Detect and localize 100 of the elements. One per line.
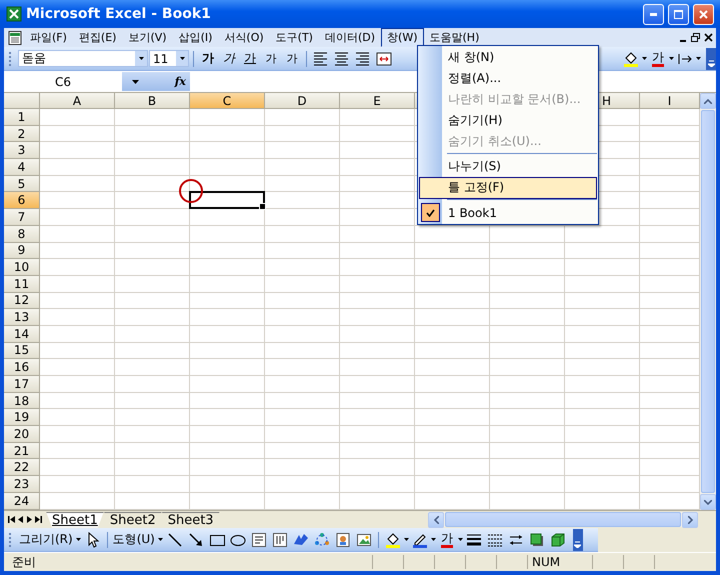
grid-cell[interactable] — [190, 276, 265, 293]
grid-cell[interactable] — [415, 292, 490, 310]
grid-cell[interactable] — [565, 476, 640, 493]
grid-cell[interactable] — [115, 476, 190, 493]
grid-cell[interactable] — [190, 409, 265, 426]
menu-option[interactable]: 틀 고정(F) — [419, 176, 597, 198]
horizontal-scrollbar[interactable] — [428, 512, 698, 527]
menu-item[interactable]: 보기(V) — [122, 28, 173, 47]
grid-cell[interactable] — [565, 259, 640, 276]
grid-cell[interactable] — [490, 276, 565, 293]
sheet-tab[interactable]: Sheet2 — [104, 512, 162, 528]
grid-cell[interactable] — [40, 442, 115, 460]
grid-cell[interactable] — [565, 442, 640, 460]
grid-cell[interactable] — [190, 242, 265, 260]
grid-cell[interactable] — [265, 109, 340, 126]
row-header[interactable]: 2 — [4, 126, 40, 142]
grow-font-button[interactable]: 가 — [261, 48, 281, 68]
column-header[interactable]: C — [190, 93, 265, 109]
caret-icon[interactable] — [669, 57, 674, 60]
grid-cell[interactable] — [340, 426, 415, 443]
caret-icon[interactable] — [696, 57, 701, 60]
grid-cell[interactable] — [115, 209, 190, 226]
grid-cell[interactable] — [265, 192, 340, 210]
grid-cell[interactable] — [40, 359, 115, 376]
grid-cell[interactable] — [340, 392, 415, 410]
grid-cell[interactable] — [490, 409, 565, 426]
row-header[interactable]: 14 — [4, 326, 40, 343]
grid-cell[interactable] — [565, 342, 640, 360]
grid-cell[interactable] — [190, 126, 265, 142]
grid-cell[interactable] — [265, 126, 340, 142]
grid-cell[interactable] — [490, 342, 565, 360]
grid-cell[interactable] — [265, 459, 340, 476]
grid-cell[interactable] — [340, 276, 415, 293]
grid-cell[interactable] — [490, 359, 565, 376]
grid-cell[interactable] — [415, 242, 490, 260]
grid-cell[interactable] — [490, 426, 565, 443]
grid-cell[interactable] — [565, 459, 640, 476]
row-header[interactable]: 4 — [4, 159, 40, 176]
grid-cell[interactable] — [40, 226, 115, 242]
grid-cell[interactable] — [565, 242, 640, 260]
grid-cell[interactable] — [190, 476, 265, 493]
menu-item[interactable]: 도움말(H) — [424, 28, 486, 47]
grid-cell[interactable] — [340, 292, 415, 310]
grid-cell[interactable] — [115, 226, 190, 242]
grid-cell[interactable] — [115, 142, 190, 160]
grid-cell[interactable] — [340, 476, 415, 493]
menu-option[interactable]: 나누기(S) — [419, 156, 597, 178]
row-header[interactable]: 15 — [4, 342, 40, 360]
caret-icon[interactable] — [430, 538, 436, 541]
grid-cell[interactable] — [340, 126, 415, 142]
grid-cell[interactable] — [565, 309, 640, 326]
grid-cell[interactable] — [190, 259, 265, 276]
menu-option[interactable]: 새 창(N) — [419, 46, 597, 68]
grid-cell[interactable] — [190, 159, 265, 176]
grid-cell[interactable] — [115, 442, 190, 460]
grid-cell[interactable] — [265, 142, 340, 160]
grid-cell[interactable] — [265, 442, 340, 460]
grid-cell[interactable] — [265, 159, 340, 176]
grid-cell[interactable] — [415, 426, 490, 443]
grid-cell[interactable] — [490, 292, 565, 310]
previous-sheet-icon[interactable] — [17, 516, 24, 523]
grid-cell[interactable] — [115, 342, 190, 360]
grid-cell[interactable] — [415, 259, 490, 276]
menu-item[interactable]: 데이터(D) — [318, 28, 382, 47]
grid-cell[interactable] — [490, 309, 565, 326]
scroll-left-icon[interactable] — [434, 516, 438, 524]
draw-menu-button[interactable]: 그리기(R) — [18, 530, 82, 550]
grid-cell[interactable] — [340, 176, 415, 192]
grid-cell[interactable] — [565, 292, 640, 310]
grid-cell[interactable] — [115, 276, 190, 293]
menu-option[interactable]: 정렬(A)... — [419, 68, 597, 90]
grid-cell[interactable] — [415, 309, 490, 326]
underline-button[interactable]: 가 — [240, 48, 260, 68]
row-header[interactable]: 3 — [4, 142, 40, 160]
grid-cell[interactable] — [415, 442, 490, 460]
row-header[interactable]: 17 — [4, 376, 40, 393]
grid-cell[interactable] — [415, 342, 490, 360]
grid-cell[interactable] — [340, 359, 415, 376]
grid-cell[interactable] — [265, 259, 340, 276]
grid-cell[interactable] — [265, 342, 340, 360]
menu-item[interactable]: 서식(O) — [218, 28, 270, 47]
scroll-down-icon[interactable] — [704, 500, 712, 504]
grid-cell[interactable] — [340, 309, 415, 326]
grid-cell[interactable] — [415, 326, 490, 343]
grid-cell[interactable] — [265, 292, 340, 310]
row-header[interactable]: 22 — [4, 459, 40, 476]
grid-cell[interactable] — [340, 159, 415, 176]
grid-cell[interactable] — [265, 242, 340, 260]
grid-cell[interactable] — [265, 309, 340, 326]
grid-cell[interactable] — [40, 426, 115, 443]
minimize-button[interactable] — [643, 4, 664, 24]
sheet-tab[interactable]: Sheet3 — [162, 512, 220, 528]
grid-cell[interactable] — [115, 309, 190, 326]
column-header[interactable]: D — [265, 93, 340, 109]
vertical-scrollbar[interactable] — [700, 93, 716, 510]
menu-item[interactable]: 편집(E) — [72, 28, 122, 47]
grid-cell[interactable] — [340, 459, 415, 476]
grid-cell[interactable] — [190, 459, 265, 476]
grid-cell[interactable] — [415, 392, 490, 410]
select-all-button[interactable] — [4, 93, 40, 109]
